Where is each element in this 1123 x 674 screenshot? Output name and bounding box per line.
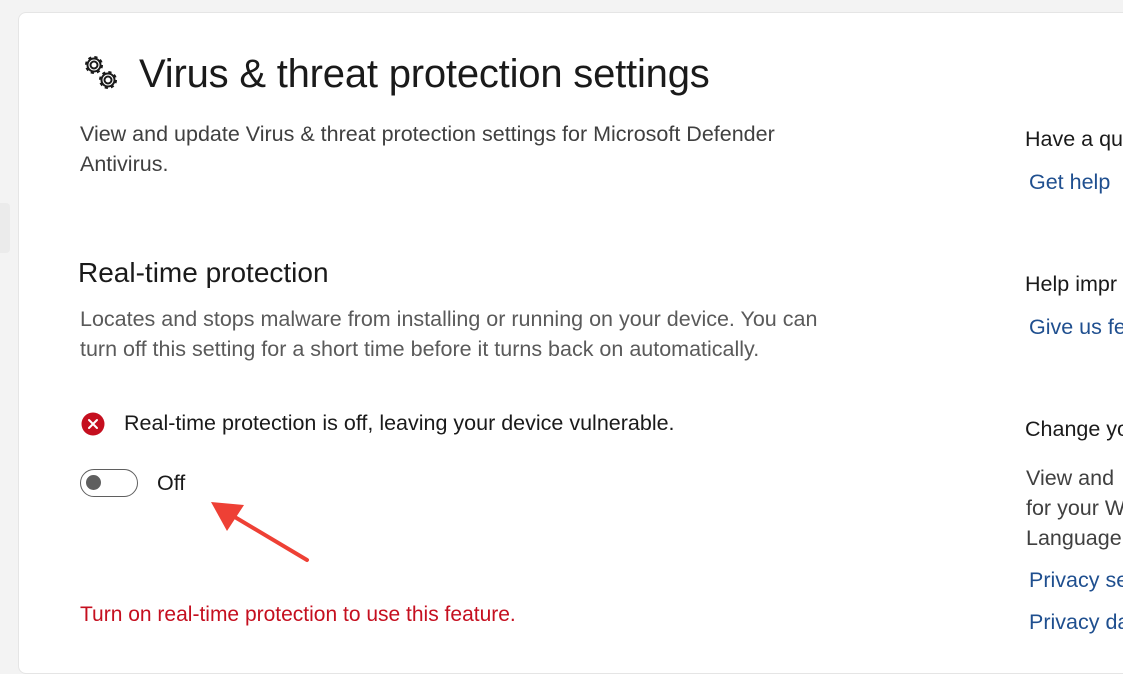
toggle-state-label: Off xyxy=(157,470,186,495)
page-title: Virus & threat protection settings xyxy=(139,52,710,96)
question-heading: Have a qu xyxy=(1025,127,1123,151)
section-title-realtime: Real-time protection xyxy=(78,257,329,288)
warning-text: Real-time protection is off, leaving you… xyxy=(124,411,675,435)
section-description-realtime: Locates and stops malware from installin… xyxy=(80,307,818,361)
realtime-protection-toggle[interactable] xyxy=(80,469,138,497)
page-description: View and update Virus & threat protectio… xyxy=(80,122,775,176)
change-text-line1: View and xyxy=(1026,466,1115,490)
change-heading: Change yo xyxy=(1025,417,1123,441)
change-text-line3: Language xyxy=(1026,526,1122,550)
gears-icon xyxy=(85,56,117,89)
privacy-dashboard-link[interactable]: Privacy das xyxy=(1029,610,1123,635)
toggle-row: Off xyxy=(80,469,185,497)
feedback-link[interactable]: Give us fee xyxy=(1029,315,1123,340)
improve-heading: Help impr xyxy=(1025,272,1117,296)
error-x-icon xyxy=(81,412,105,435)
feature-error-text: Turn on real-time protection to use this… xyxy=(80,603,516,626)
get-help-link[interactable]: Get help xyxy=(1029,170,1110,195)
privacy-settings-link[interactable]: Privacy set xyxy=(1029,568,1123,593)
warning-row: Real-time protection is off, leaving you… xyxy=(81,411,675,436)
toggle-knob xyxy=(86,475,101,490)
title-row: Virus & threat protection settings xyxy=(81,51,710,97)
settings-panel: Virus & threat protection settings View … xyxy=(18,12,1123,674)
change-text-line2: for your W xyxy=(1026,496,1123,520)
sidebar-stub xyxy=(0,203,10,253)
annotation-arrow xyxy=(211,502,309,562)
